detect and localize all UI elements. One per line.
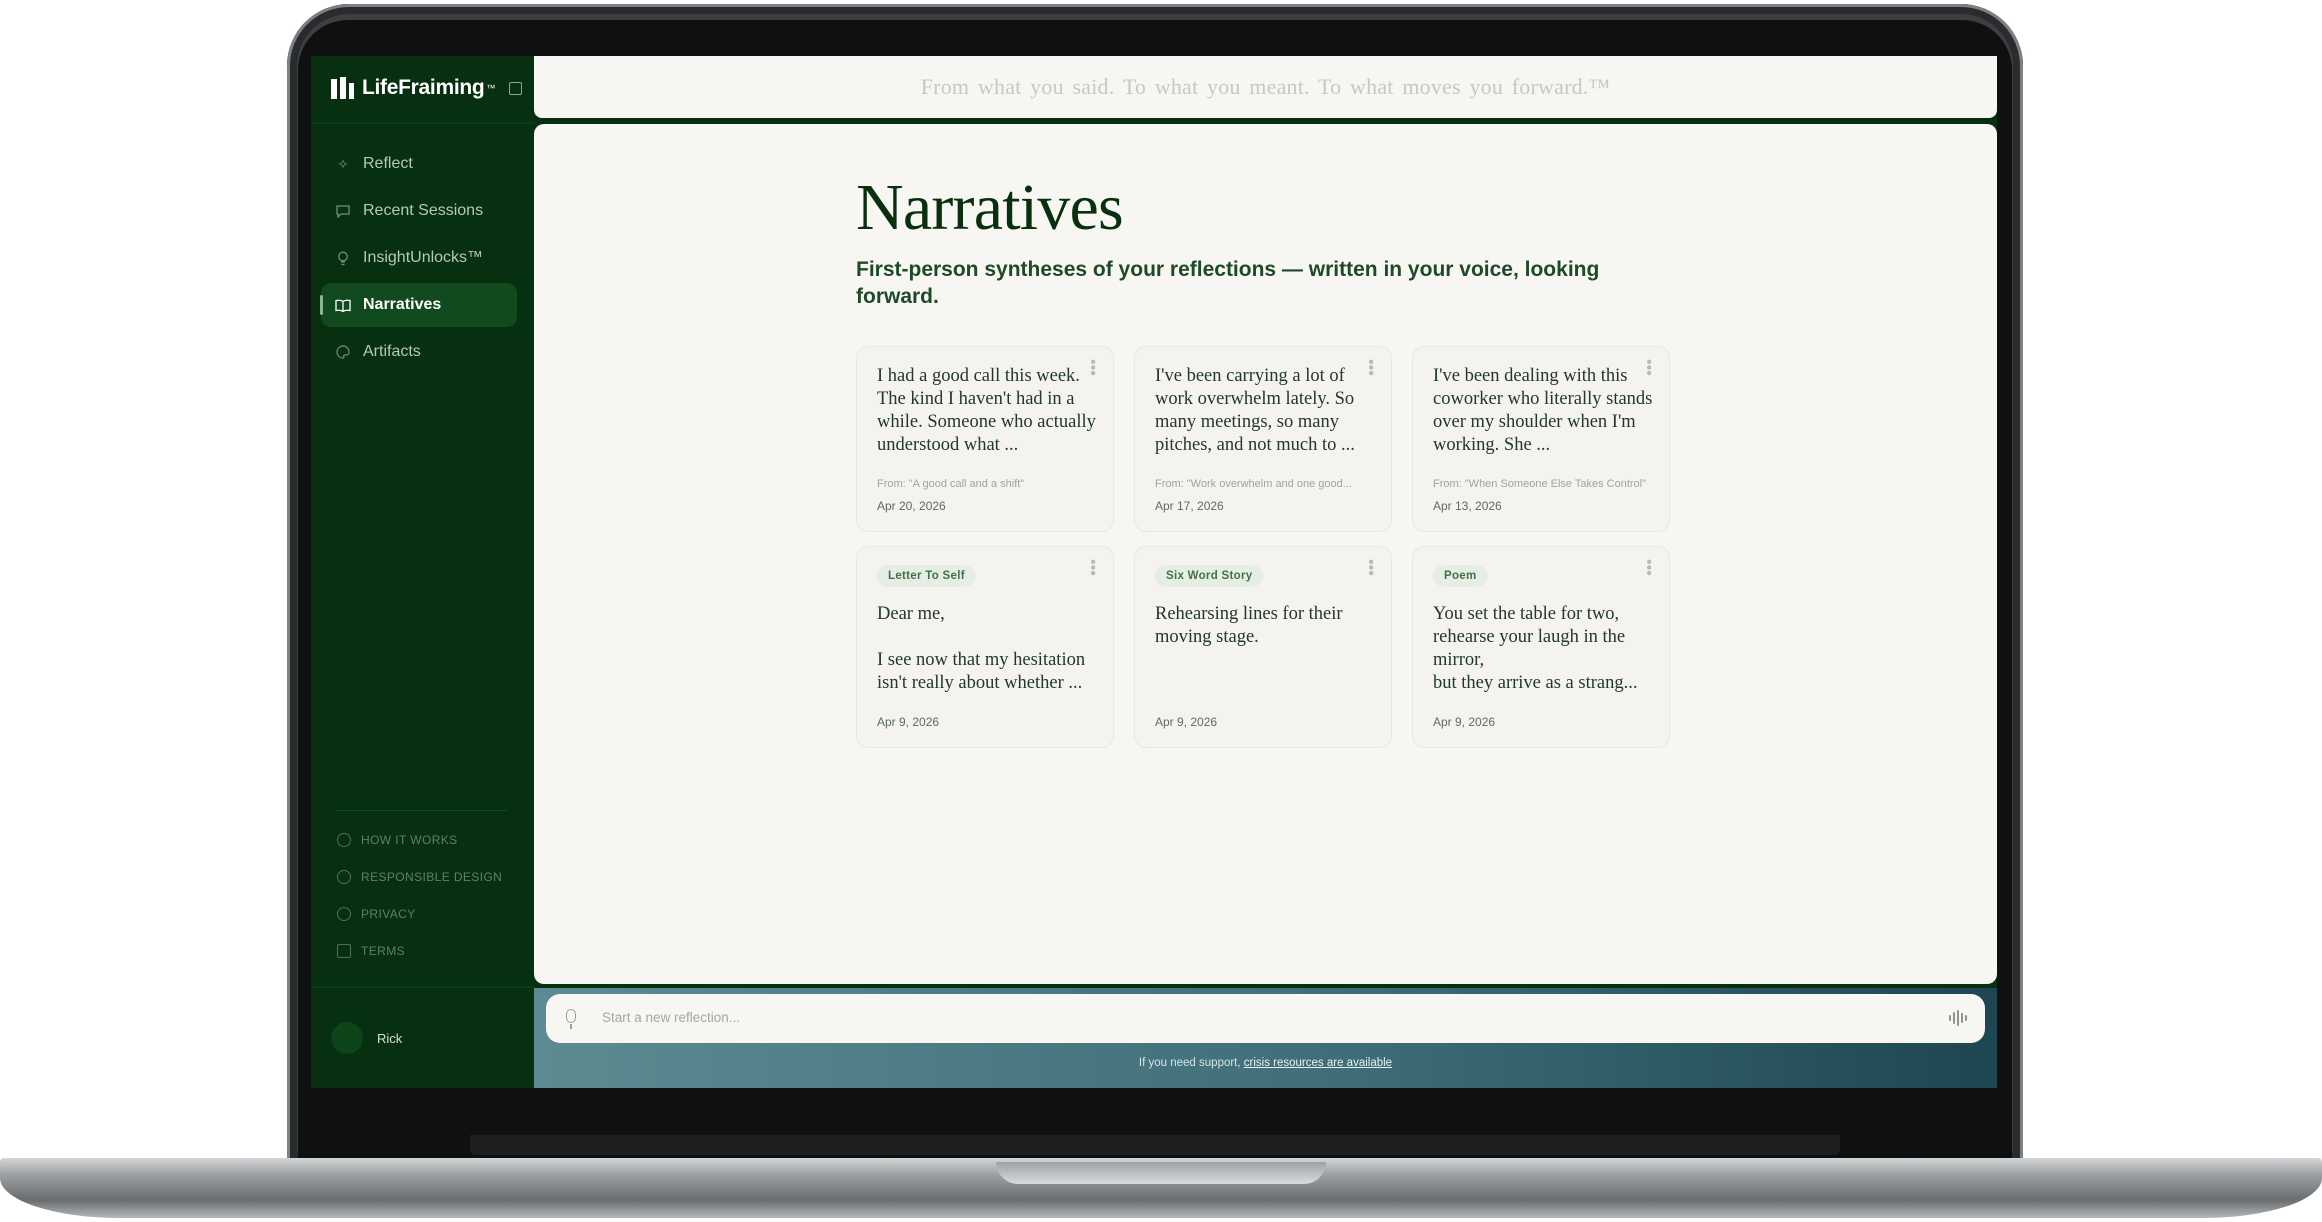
user-profile[interactable]: Rick xyxy=(331,1022,402,1054)
narrative-date: Apr 20, 2026 xyxy=(877,499,946,513)
footer-link-terms[interactable]: TERMS xyxy=(337,932,507,969)
reflection-input[interactable]: Start a new reflection... xyxy=(546,994,1985,1043)
footer-link-responsible-design[interactable]: RESPONSIBLE DESIGN xyxy=(337,858,507,895)
main-panel: Narratives First-person syntheses of you… xyxy=(534,124,1997,984)
narrative-excerpt: I've been carrying a lot of work overwhe… xyxy=(1155,366,1355,455)
microphone-stem xyxy=(570,1024,572,1029)
app-screen: LifeFraiming ™ ✧ Reflect Recent Sessions … xyxy=(311,56,1997,1088)
sidebar-divider xyxy=(311,122,534,124)
chat-bubble-icon xyxy=(335,203,351,219)
support-prefix: If you need support, xyxy=(1138,1057,1244,1069)
artifact-date: Apr 9, 2026 xyxy=(1433,715,1496,729)
footer-link-label: HOW IT WORKS xyxy=(361,832,458,847)
page-title: Narratives xyxy=(856,171,1124,244)
page-subtitle: First-person syntheses of your reflectio… xyxy=(856,258,1600,308)
sidebar-item-insightunlocks[interactable]: InsightUnlocks™ xyxy=(321,236,517,280)
sidebar-item-reflect[interactable]: ✧ Reflect xyxy=(321,142,517,186)
artifact-type-badge: Six Word Story xyxy=(1155,565,1264,587)
narrative-excerpt: I had a good call this week. The kind I … xyxy=(877,366,1096,455)
artifact-date: Apr 9, 2026 xyxy=(1155,715,1218,729)
lock-shield-icon xyxy=(337,906,351,921)
microphone-icon[interactable] xyxy=(566,1009,576,1023)
artifact-card[interactable]: ••• Letter To Self Dear me, I see now th… xyxy=(856,546,1114,748)
sidebar-item-narratives[interactable]: Narratives xyxy=(320,283,517,327)
narrative-card[interactable]: ••• I've been dealing with this coworker… xyxy=(1412,346,1670,532)
artifact-type-badge: Poem xyxy=(1433,565,1488,587)
laptop-hinge xyxy=(470,1135,1840,1155)
laptop-notch xyxy=(996,1162,1326,1184)
narrative-date: Apr 13, 2026 xyxy=(1433,499,1502,513)
sidebar-divider xyxy=(311,986,534,988)
user-name: Rick xyxy=(377,1030,403,1046)
logo-mark-icon xyxy=(331,77,354,99)
avatar xyxy=(331,1022,363,1054)
support-notice: If you need support, crisis resources ar… xyxy=(534,1057,1997,1069)
sidebar-item-label: InsightUnlocks™ xyxy=(363,249,484,266)
reflection-input-placeholder: Start a new reflection... xyxy=(602,1010,741,1025)
artifact-date: Apr 9, 2026 xyxy=(877,715,940,729)
shield-icon xyxy=(337,869,351,884)
help-circle-icon xyxy=(337,832,351,847)
palette-icon xyxy=(335,344,351,360)
sidebar-footer-links: HOW IT WORKS RESPONSIBLE DESIGN PRIVACY … xyxy=(337,810,507,969)
artifact-card[interactable]: ••• Poem You set the table for two, rehe… xyxy=(1412,546,1670,748)
voice-mode-icon[interactable] xyxy=(1949,1009,1967,1027)
artifact-excerpt: Dear me, I see now that my hesitation is… xyxy=(877,604,1086,693)
more-options-icon[interactable]: ••• xyxy=(1362,559,1379,576)
app-logo[interactable]: LifeFraiming ™ xyxy=(331,72,523,104)
footer-link-label: PRIVACY xyxy=(361,906,416,921)
more-options-icon[interactable]: ••• xyxy=(1084,559,1101,576)
sidebar-item-artifacts[interactable]: Artifacts xyxy=(321,330,517,374)
narrative-card[interactable]: ••• I've been carrying a lot of work ove… xyxy=(1134,346,1392,532)
tagline: From what you said. To what you meant. T… xyxy=(920,74,1611,99)
collapse-sidebar-icon[interactable] xyxy=(509,81,523,95)
narrative-source: From: "When Someone Else Takes Control" xyxy=(1433,478,1647,490)
composer-bar: Start a new reflection... If you need su… xyxy=(534,988,1997,1088)
tagline-bar: From what you said. To what you meant. T… xyxy=(534,56,1997,118)
sidebar-item-label: Narratives xyxy=(363,296,442,313)
open-book-icon xyxy=(335,297,351,313)
footer-link-label: TERMS xyxy=(361,943,405,958)
app-name: LifeFraiming xyxy=(362,76,485,99)
artifact-type-badge: Letter To Self xyxy=(877,565,976,587)
document-icon xyxy=(337,943,351,958)
footer-link-privacy[interactable]: PRIVACY xyxy=(337,895,507,932)
sidebar-item-recent-sessions[interactable]: Recent Sessions xyxy=(321,189,517,233)
crisis-resources-link[interactable]: crisis resources are available xyxy=(1244,1057,1392,1069)
narrative-source: From: "Work overwhelm and one good... xyxy=(1155,478,1352,490)
footer-link-how-it-works[interactable]: HOW IT WORKS xyxy=(337,821,507,858)
narrative-excerpt: I've been dealing with this coworker who… xyxy=(1433,366,1653,455)
more-options-icon[interactable]: ••• xyxy=(1640,559,1657,576)
artifact-excerpt: Rehearsing lines for their moving stage. xyxy=(1155,604,1343,647)
artifact-card[interactable]: ••• Six Word Story Rehearsing lines for … xyxy=(1134,546,1392,748)
sparkle-icon: ✧ xyxy=(337,155,349,172)
narrative-date: Apr 17, 2026 xyxy=(1155,499,1224,513)
sidebar: LifeFraiming ™ ✧ Reflect Recent Sessions … xyxy=(311,56,534,1088)
narrative-card[interactable]: ••• I had a good call this week. The kin… xyxy=(856,346,1114,532)
narrative-source: From: "A good call and a shift" xyxy=(877,478,1025,490)
artifact-excerpt: You set the table for two, rehearse your… xyxy=(1433,604,1638,693)
sidebar-item-label: Reflect xyxy=(363,155,413,172)
footer-link-label: RESPONSIBLE DESIGN xyxy=(361,869,503,884)
sidebar-item-label: Recent Sessions xyxy=(363,202,484,219)
sidebar-item-label: Artifacts xyxy=(363,343,421,360)
trademark-mark: ™ xyxy=(486,83,496,93)
sidebar-nav: ✧ Reflect Recent Sessions InsightUnlocks… xyxy=(320,142,517,377)
lightbulb-icon xyxy=(335,250,351,266)
